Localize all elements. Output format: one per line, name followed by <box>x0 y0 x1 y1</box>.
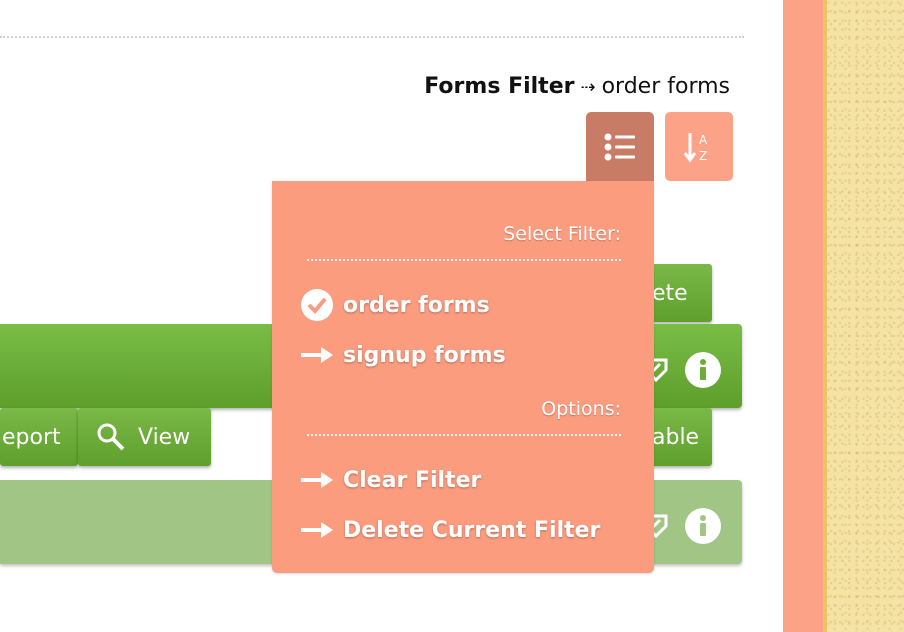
filter-item-order-forms[interactable]: order forms <box>300 288 490 322</box>
paper-background <box>827 0 904 632</box>
magnifier-icon <box>97 423 125 451</box>
info-icon[interactable] <box>685 508 721 544</box>
svg-text:A: A <box>699 133 708 147</box>
info-icon[interactable] <box>685 352 721 388</box>
view-button[interactable]: View <box>78 408 211 466</box>
filter-item-label: order forms <box>343 292 490 318</box>
sidebar-strip <box>783 0 823 632</box>
options-heading: Options: <box>541 398 621 420</box>
report-button[interactable]: eport <box>0 408 78 466</box>
report-label: eport <box>2 424 61 450</box>
filter-list-button[interactable] <box>586 112 654 182</box>
delete-label: ete <box>652 280 688 306</box>
filter-arrow: ⇢ <box>580 77 596 98</box>
sort-az-button[interactable]: A Z <box>665 112 733 181</box>
check-circle-icon <box>300 288 334 322</box>
delete-current-filter-option[interactable]: Delete Current Filter <box>300 513 600 547</box>
filter-item-label: signup forms <box>343 342 506 368</box>
filter-value: order forms <box>601 74 730 99</box>
filter-item-signup-forms[interactable]: signup forms <box>300 338 506 372</box>
option-label: Delete Current Filter <box>343 517 601 543</box>
dropdown-divider <box>307 434 621 436</box>
view-label: View <box>138 424 191 450</box>
option-label: Clear Filter <box>343 467 482 493</box>
forms-filter-label: Forms Filter ⇢ order forms <box>424 74 730 99</box>
arrow-right-icon <box>300 338 334 372</box>
select-filter-heading: Select Filter: <box>503 223 621 245</box>
list-icon <box>604 133 635 161</box>
arrow-right-icon <box>300 463 334 497</box>
dotted-divider <box>0 36 744 38</box>
arrow-right-icon <box>300 513 334 547</box>
filter-title: Forms Filter <box>424 74 575 99</box>
dropdown-divider <box>307 259 621 261</box>
clear-filter-option[interactable]: Clear Filter <box>300 463 481 497</box>
filter-dropdown: Select Filter: order forms signup forms … <box>272 181 654 573</box>
svg-text:Z: Z <box>699 149 707 163</box>
disable-label: able <box>652 424 700 450</box>
sort-az-icon: A Z <box>683 132 708 163</box>
